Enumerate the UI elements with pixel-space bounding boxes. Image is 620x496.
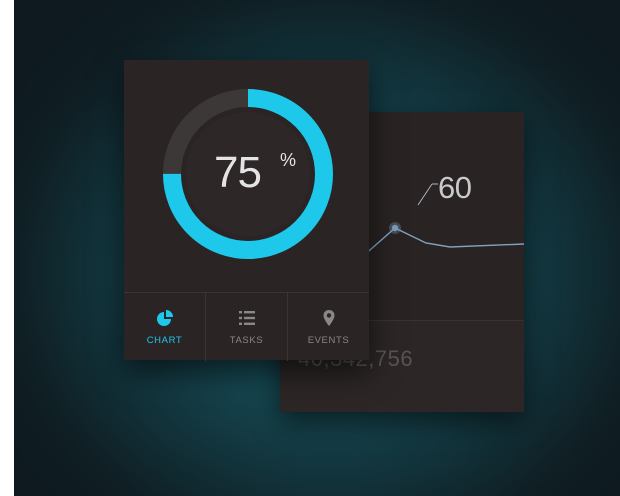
pie-chart-icon xyxy=(156,310,173,326)
background-stage: 60 40,342,756 75 % CHART xyxy=(14,0,620,496)
nav-item-chart-label: CHART xyxy=(146,335,183,346)
peak-leader-line xyxy=(417,183,433,206)
bottom-nav: CHART TASKS EVENTS xyxy=(124,292,369,361)
gauge-value: 75 xyxy=(214,148,262,197)
data-point xyxy=(391,224,399,232)
gauge-card: 75 % CHART TASKS EVENTS xyxy=(124,60,369,361)
location-pin-icon xyxy=(323,310,334,326)
peak-value-label: 60 xyxy=(438,170,472,205)
list-icon xyxy=(238,311,255,325)
nav-item-tasks[interactable]: TASKS xyxy=(205,293,287,361)
nav-item-events[interactable]: EVENTS xyxy=(287,293,369,361)
nav-item-events-label: EVENTS xyxy=(307,335,350,346)
gauge-unit: % xyxy=(280,150,297,170)
nav-item-chart[interactable]: CHART xyxy=(124,293,205,361)
nav-item-tasks-label: TASKS xyxy=(229,335,264,346)
